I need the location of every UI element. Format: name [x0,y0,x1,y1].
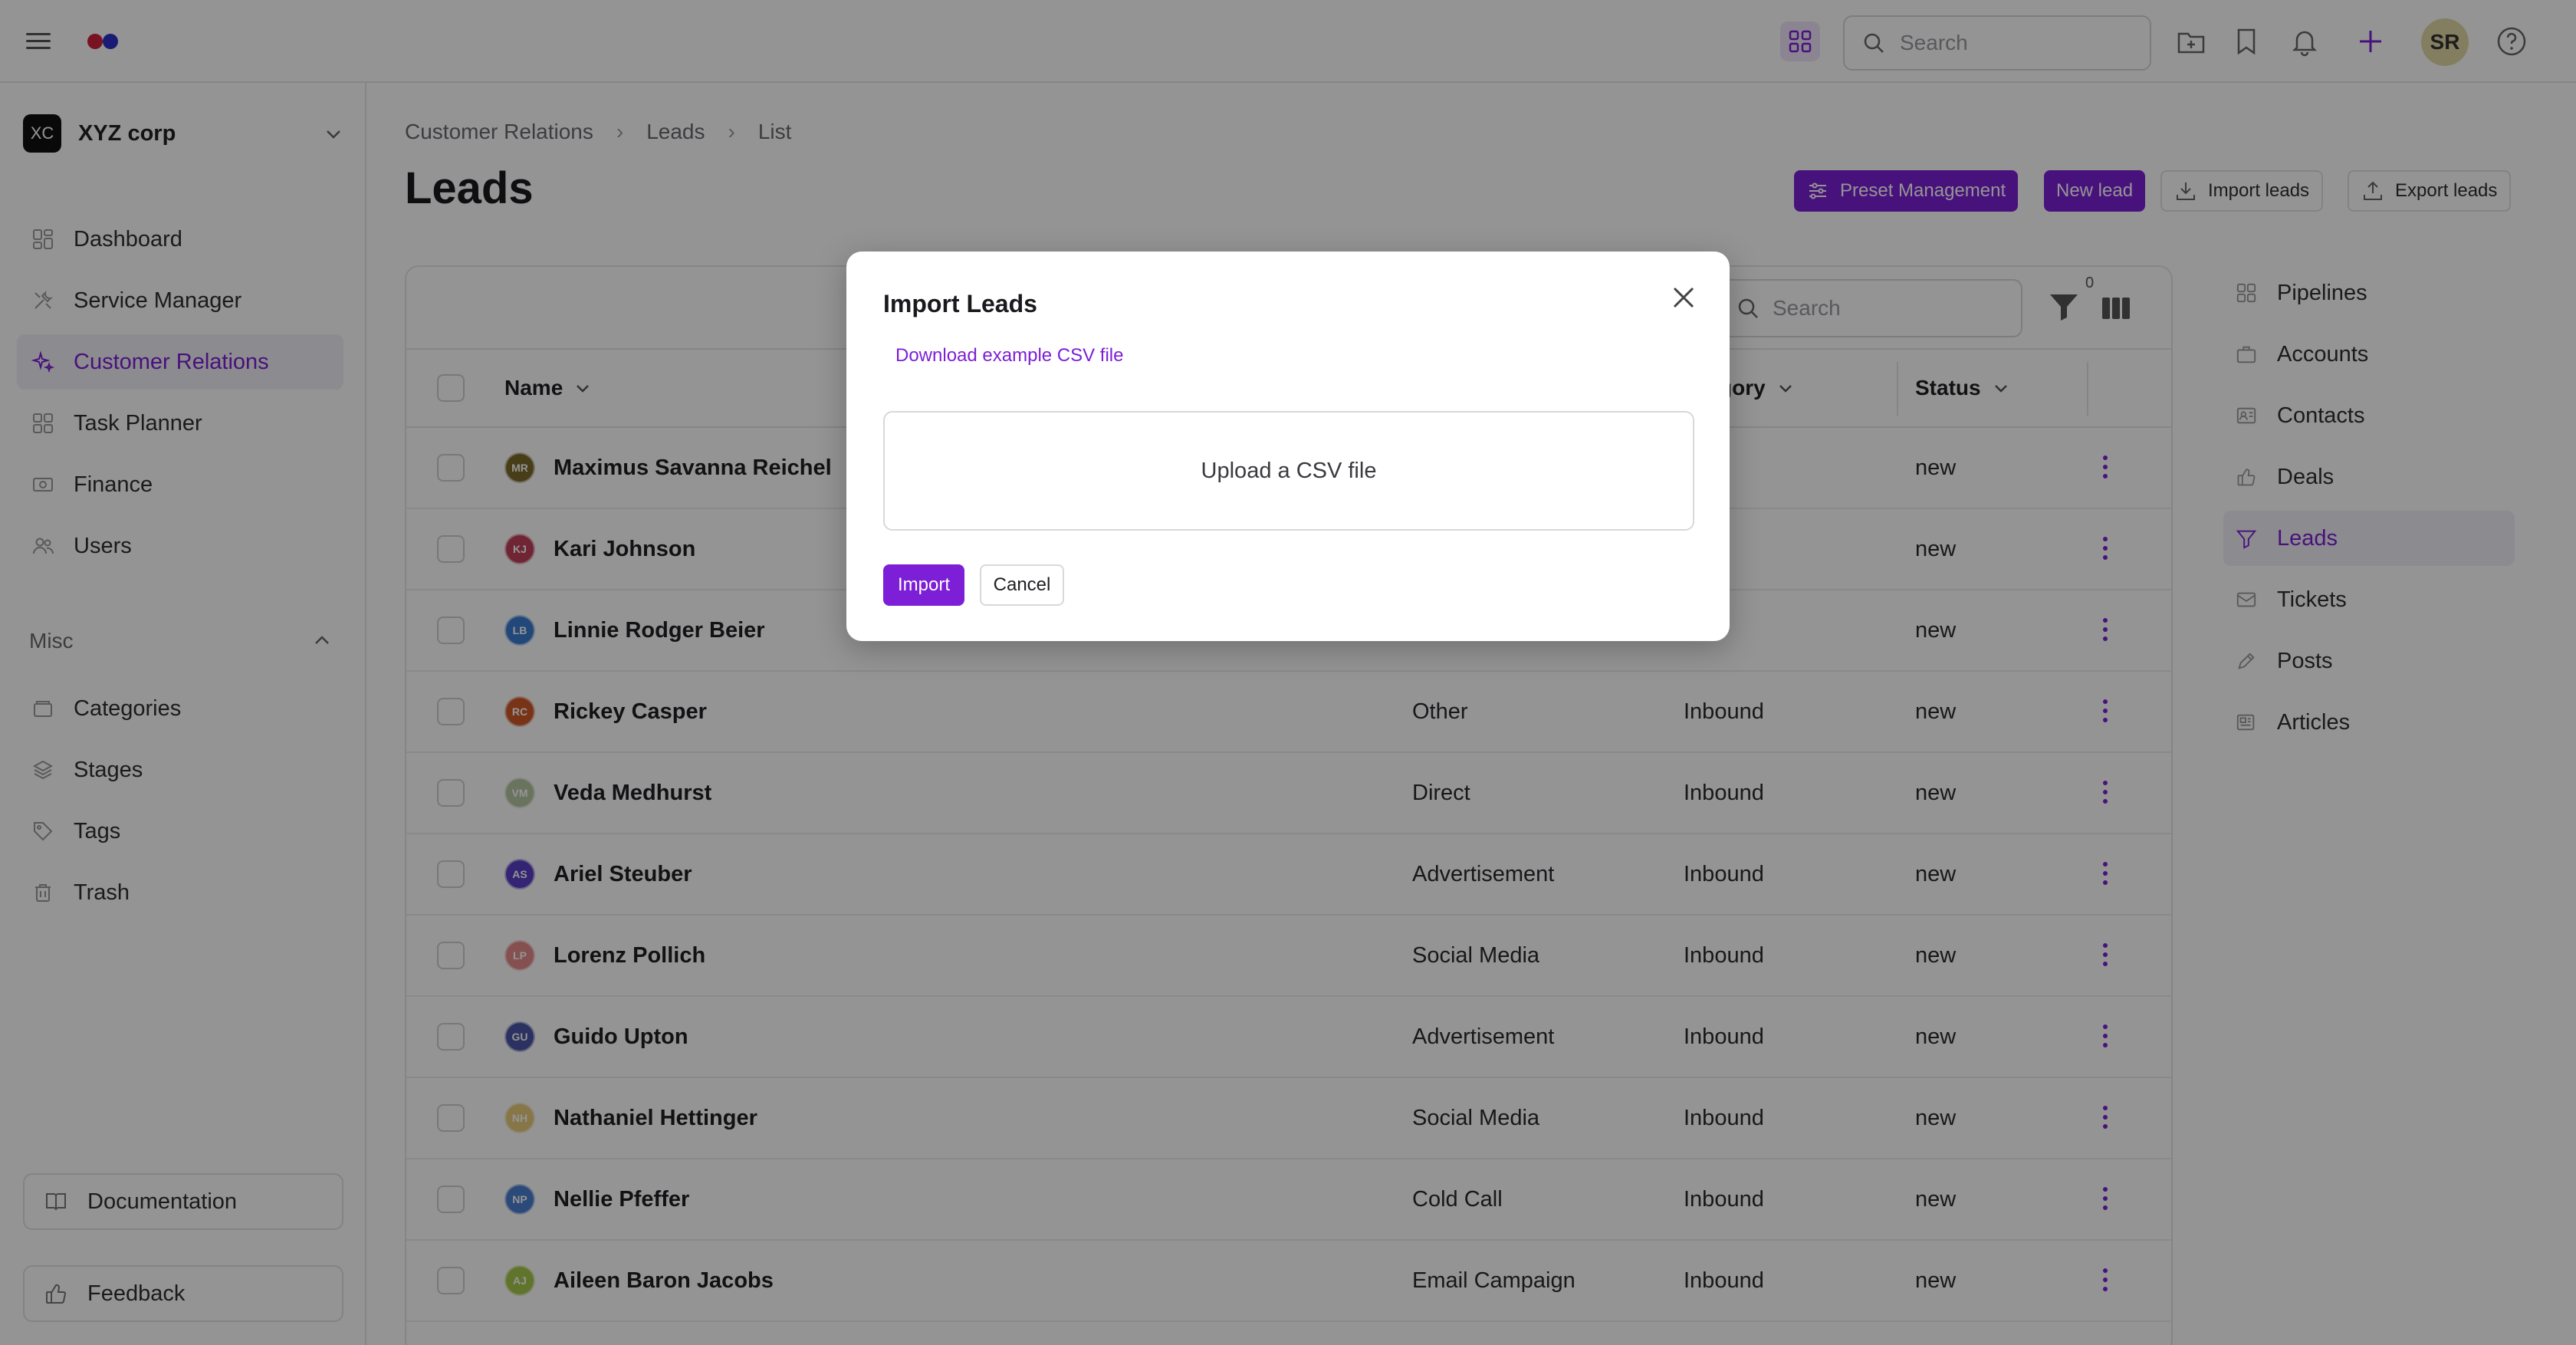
import-button[interactable]: Import [883,564,964,606]
download-example-csv-link[interactable]: Download example CSV file [895,345,1123,367]
csv-upload-dropzone[interactable]: Upload a CSV file [883,411,1694,531]
dropzone-label: Upload a CSV file [1201,458,1377,483]
close-icon[interactable] [1667,281,1700,314]
import-leads-dialog: Import Leads Download example CSV file U… [846,252,1730,641]
cancel-button[interactable]: Cancel [980,564,1064,606]
modal-backdrop[interactable] [0,0,2576,1345]
dialog-title: Import Leads [883,290,1037,317]
